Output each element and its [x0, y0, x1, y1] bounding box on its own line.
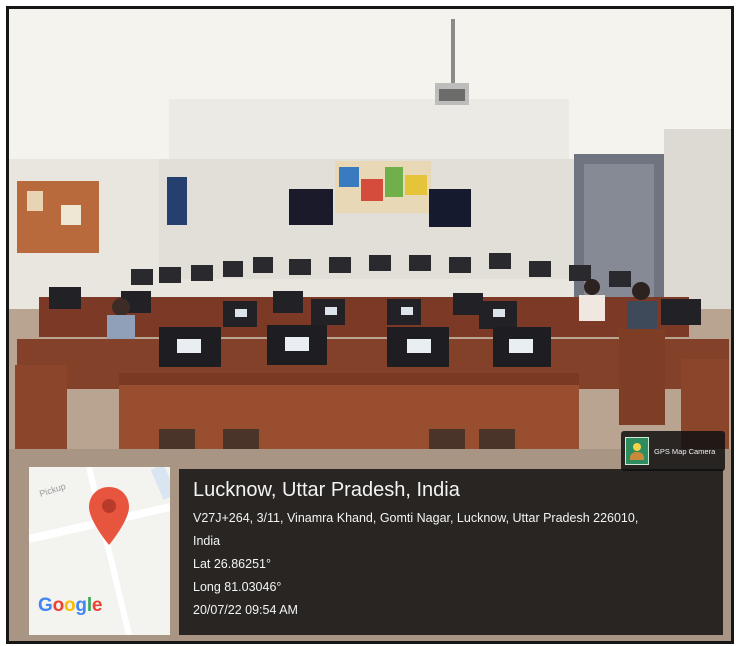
map-pin-icon — [89, 487, 129, 545]
gps-map-camera-badge: GPS Map Camera — [621, 431, 725, 471]
logo-letter: e — [91, 595, 103, 616]
photo-frame: GPS Map Camera Pickup Google Lucknow, Ut… — [6, 6, 734, 644]
gps-badge-label: GPS Map Camera — [654, 446, 716, 456]
address-line-1: V27J+264, 3/11, Vinamra Khand, Gomti Nag… — [193, 511, 639, 525]
google-logo: Google — [38, 595, 102, 617]
logo-letter: G — [38, 595, 53, 616]
latitude-text: Lat 26.86251° — [193, 557, 271, 571]
landscape-icon — [625, 437, 649, 465]
location-title: Lucknow, Uttar Pradesh, India — [193, 479, 460, 501]
logo-letter: o — [64, 595, 76, 616]
logo-letter: g — [75, 595, 87, 616]
location-info-panel: Lucknow, Uttar Pradesh, India V27J+264, … — [179, 469, 723, 635]
longitude-text: Long 81.03046° — [193, 580, 282, 594]
timestamp-text: 20/07/22 09:54 AM — [193, 603, 298, 617]
logo-letter: o — [52, 595, 65, 616]
map-thumbnail: Pickup Google — [29, 467, 170, 635]
address-line-2: India — [193, 534, 221, 548]
